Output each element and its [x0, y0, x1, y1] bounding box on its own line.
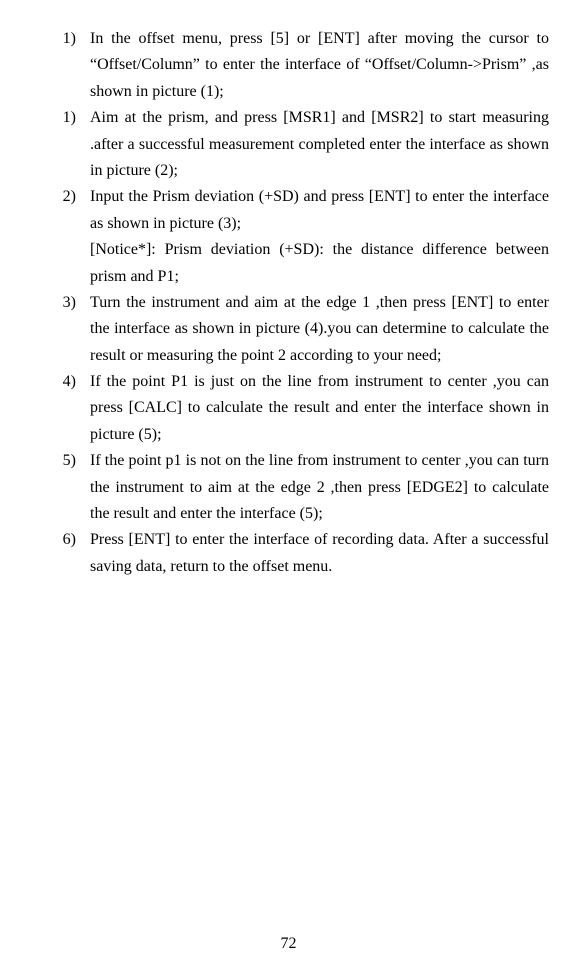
item-paragraph: [Notice*]: Prism deviation (+SD): the di… — [90, 237, 549, 290]
item-paragraph: If the point P1 is just on the line from… — [90, 369, 549, 448]
item-paragraph: Input the Prism deviation (+SD) and pres… — [90, 184, 549, 237]
item-content: Turn the instrument and aim at the edge … — [90, 290, 549, 369]
item-content: In the offset menu, press [5] or [ENT] a… — [90, 26, 549, 105]
item-content: Aim at the prism, and press [MSR1] and [… — [90, 105, 549, 184]
item-paragraph: In the offset menu, press [5] or [ENT] a… — [90, 26, 549, 105]
list-item: 3) Turn the instrument and aim at the ed… — [40, 290, 549, 369]
list-item: 2) Input the Prism deviation (+SD) and p… — [40, 184, 549, 290]
item-number: 3) — [40, 290, 90, 369]
list-item: 4) If the point P1 is just on the line f… — [40, 369, 549, 448]
item-content: If the point P1 is just on the line from… — [90, 369, 549, 448]
item-paragraph: Press [ENT] to enter the interface of re… — [90, 527, 549, 580]
item-content: Press [ENT] to enter the interface of re… — [90, 527, 549, 580]
list-item: 5) If the point p1 is not on the line fr… — [40, 448, 549, 527]
item-content: Input the Prism deviation (+SD) and pres… — [90, 184, 549, 290]
item-number: 6) — [40, 527, 90, 580]
list-item: 1) In the offset menu, press [5] or [ENT… — [40, 26, 549, 105]
page-container: 1) In the offset menu, press [5] or [ENT… — [0, 0, 577, 977]
instruction-list: 1) In the offset menu, press [5] or [ENT… — [40, 26, 549, 580]
item-number: 2) — [40, 184, 90, 290]
list-item: 1) Aim at the prism, and press [MSR1] an… — [40, 105, 549, 184]
item-paragraph: Turn the instrument and aim at the edge … — [90, 290, 549, 369]
item-number: 1) — [40, 26, 90, 105]
page-number: 72 — [0, 935, 577, 953]
item-paragraph: Aim at the prism, and press [MSR1] and [… — [90, 105, 549, 184]
item-number: 4) — [40, 369, 90, 448]
item-number: 1) — [40, 105, 90, 184]
item-paragraph: If the point p1 is not on the line from … — [90, 448, 549, 527]
item-content: If the point p1 is not on the line from … — [90, 448, 549, 527]
list-item: 6) Press [ENT] to enter the interface of… — [40, 527, 549, 580]
item-number: 5) — [40, 448, 90, 527]
